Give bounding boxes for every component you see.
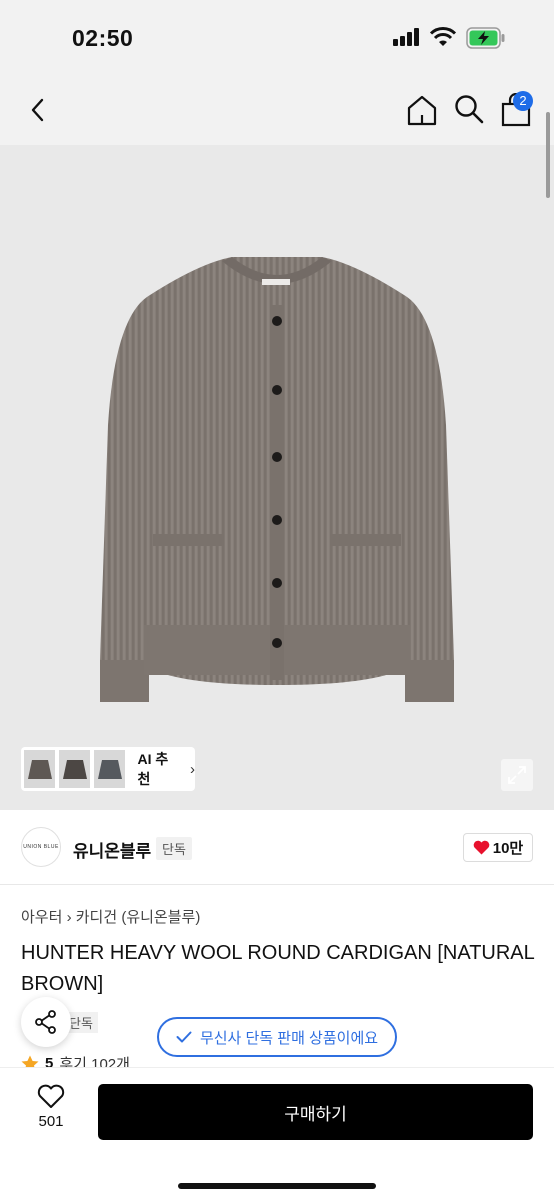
home-icon[interactable] — [405, 93, 439, 127]
product-image-gallery[interactable]: AI 추천 › — [0, 145, 554, 810]
status-time: 02:50 — [72, 25, 134, 51]
thumbnail-cardigan — [27, 760, 52, 779]
toast-text: 무신사 단독 판매 상품이에요 — [199, 1029, 379, 1047]
heart-outline-icon — [37, 1084, 65, 1108]
back-arrow-icon[interactable] — [24, 95, 54, 125]
share-button[interactable] — [21, 997, 71, 1047]
check-icon — [176, 1031, 192, 1043]
exclusive-toast: 무신사 단독 판매 상품이에요 — [157, 1017, 397, 1057]
wishlist-count: 501 — [38, 1113, 64, 1130]
ai-recommend-label: AI 추천 — [137, 751, 169, 787]
brand-like-count: 10만 — [492, 840, 524, 857]
breadcrumb-separator: › — [66, 909, 72, 926]
top-nav: 2 — [0, 75, 554, 145]
brand-row[interactable]: UNION BLUE 유니온블루 단독 10만 — [0, 810, 554, 885]
expand-image-button[interactable] — [501, 759, 533, 791]
heart-filled-icon — [473, 840, 490, 855]
product-page: 02:50 2 AI 추천 › UNION BLUE 유니온블루 단독 10만 … — [0, 0, 554, 1200]
cellular-signal-icon — [393, 28, 419, 46]
battery-charging-icon — [466, 27, 505, 49]
category-breadcrumb: 아우터 › 카디건 (유니온블루) — [21, 906, 200, 927]
chevron-right-icon: › — [189, 760, 195, 778]
recommend-thumbnail[interactable] — [94, 750, 126, 788]
brand-name[interactable]: 유니온블루 — [73, 837, 151, 862]
expand-icon — [508, 766, 526, 784]
ai-recommend-strip[interactable]: AI 추천 › — [21, 747, 195, 791]
breadcrumb-cardigan[interactable]: 카디건 (유니온블루) — [76, 909, 201, 926]
status-bar: 02:50 — [0, 0, 554, 75]
wifi-icon — [430, 27, 456, 46]
home-indicator[interactable] — [178, 1183, 376, 1189]
search-icon[interactable] — [453, 93, 485, 125]
thumbnail-cardigan — [97, 760, 122, 779]
brand-logo[interactable]: UNION BLUE — [21, 827, 61, 867]
breadcrumb-outer[interactable]: 아우터 — [21, 909, 62, 926]
thumbnail-cardigan — [62, 760, 87, 779]
buy-button[interactable]: 구매하기 — [98, 1084, 533, 1140]
recommend-thumbnail[interactable] — [59, 750, 91, 788]
share-icon — [35, 1010, 56, 1034]
exclusive-badge: 단독 — [156, 837, 192, 860]
cart-count-badge: 2 — [513, 91, 533, 111]
bottom-action-bar: 501 구매하기 — [0, 1068, 554, 1200]
brand-like-button[interactable]: 10만 — [463, 833, 533, 862]
product-title: HUNTER HEAVY WOOL ROUND CARDIGAN [NATURA… — [21, 942, 535, 995]
product-photo-cardigan — [100, 257, 454, 702]
page-scrollbar[interactable] — [546, 112, 550, 198]
recommend-thumbnail[interactable] — [24, 750, 56, 788]
wishlist-button[interactable]: 501 — [22, 1084, 80, 1140]
